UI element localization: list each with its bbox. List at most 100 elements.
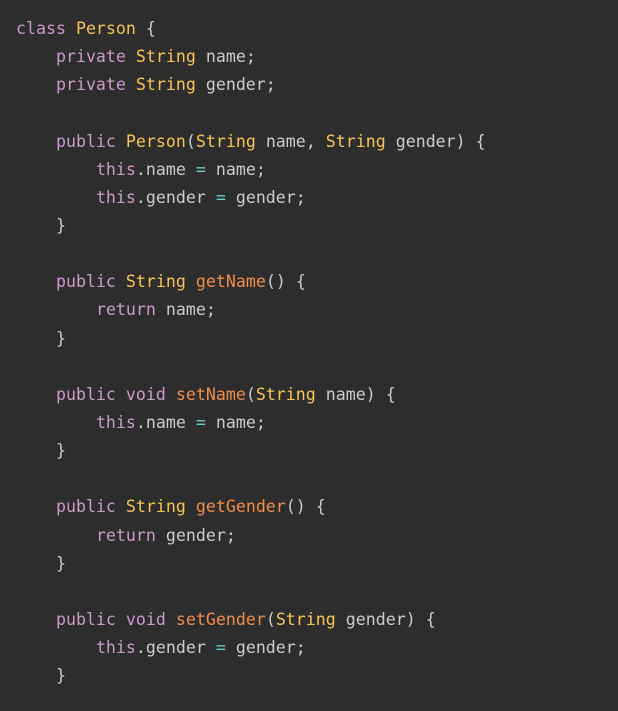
- token-punct: }: [55, 553, 66, 573]
- token-punct: ;: [265, 75, 276, 95]
- token-keyword: public: [55, 384, 116, 404]
- token-text: gender: [195, 75, 266, 95]
- token-class: Person: [75, 19, 136, 38]
- code-line: this.gender = gender;: [16, 184, 486, 212]
- token-keyword: public: [55, 609, 116, 629]
- token-class: String: [135, 75, 196, 95]
- token-text: name: [255, 131, 306, 151]
- token-punct: }: [55, 441, 66, 461]
- code-line: public void setGender(String gender) {: [16, 606, 486, 634]
- token-punct: {: [475, 131, 486, 151]
- token-keyword: private: [55, 47, 126, 67]
- token-keyword: private: [55, 75, 126, 95]
- code-line: return gender;: [16, 522, 486, 550]
- token-keyword: this: [95, 412, 136, 432]
- token-punct: ;: [295, 187, 306, 207]
- code-line: public String getGender() {: [16, 493, 486, 521]
- code-line: private String name;: [16, 43, 486, 71]
- token-keyword: this: [95, 187, 136, 207]
- token-keyword: this: [95, 638, 136, 658]
- token-text: gender: [145, 187, 216, 207]
- token-punct: }: [55, 666, 66, 686]
- token-punct: ;: [225, 525, 236, 545]
- token-text: name: [155, 300, 206, 320]
- token-text: name: [195, 47, 246, 67]
- token-class: String: [325, 131, 386, 151]
- token-operator: =: [215, 638, 226, 658]
- token-punct: ;: [205, 300, 216, 320]
- token-class: String: [275, 609, 336, 629]
- token-text: gender: [155, 525, 226, 545]
- token-punct: ): [275, 272, 286, 292]
- code-line: public void setName(String name) {: [16, 381, 486, 409]
- token-punct: .: [135, 412, 146, 432]
- token-text: gender: [335, 609, 406, 629]
- token-punct: (: [265, 272, 276, 292]
- token-punct: .: [135, 187, 146, 207]
- token-text: gender: [225, 638, 296, 658]
- token-punct: {: [315, 497, 326, 517]
- token-punct: }: [55, 328, 66, 348]
- code-line: this.gender = gender;: [16, 634, 486, 662]
- token-function: setName: [175, 384, 246, 404]
- token-keyword: void: [125, 609, 166, 629]
- token-class: String: [125, 272, 186, 292]
- token-punct: (: [245, 384, 256, 404]
- token-function: getName: [195, 272, 266, 292]
- token-punct: }: [55, 215, 66, 235]
- token-operator: =: [195, 159, 206, 179]
- token-text: name: [315, 384, 366, 404]
- token-punct: {: [145, 19, 156, 38]
- token-text: gender: [145, 638, 216, 658]
- token-keyword: public: [55, 497, 116, 517]
- code-line: this.name = name;: [16, 156, 486, 184]
- token-punct: {: [425, 609, 436, 629]
- token-class: String: [255, 384, 316, 404]
- token-punct: (: [185, 131, 196, 151]
- code-line: class Person {: [16, 15, 486, 43]
- token-punct: ;: [255, 159, 266, 179]
- token-punct: ): [455, 131, 466, 151]
- token-class: String: [125, 497, 186, 517]
- code-line: }: [16, 437, 486, 465]
- token-text: gender: [385, 131, 456, 151]
- token-punct: {: [385, 384, 396, 404]
- token-keyword: public: [55, 131, 116, 151]
- token-keyword: return: [95, 300, 156, 320]
- code-line: }: [16, 550, 486, 578]
- token-text: name: [205, 159, 256, 179]
- token-class: String: [195, 131, 256, 151]
- code-line: }: [16, 662, 486, 690]
- code-line: private String gender;: [16, 71, 486, 99]
